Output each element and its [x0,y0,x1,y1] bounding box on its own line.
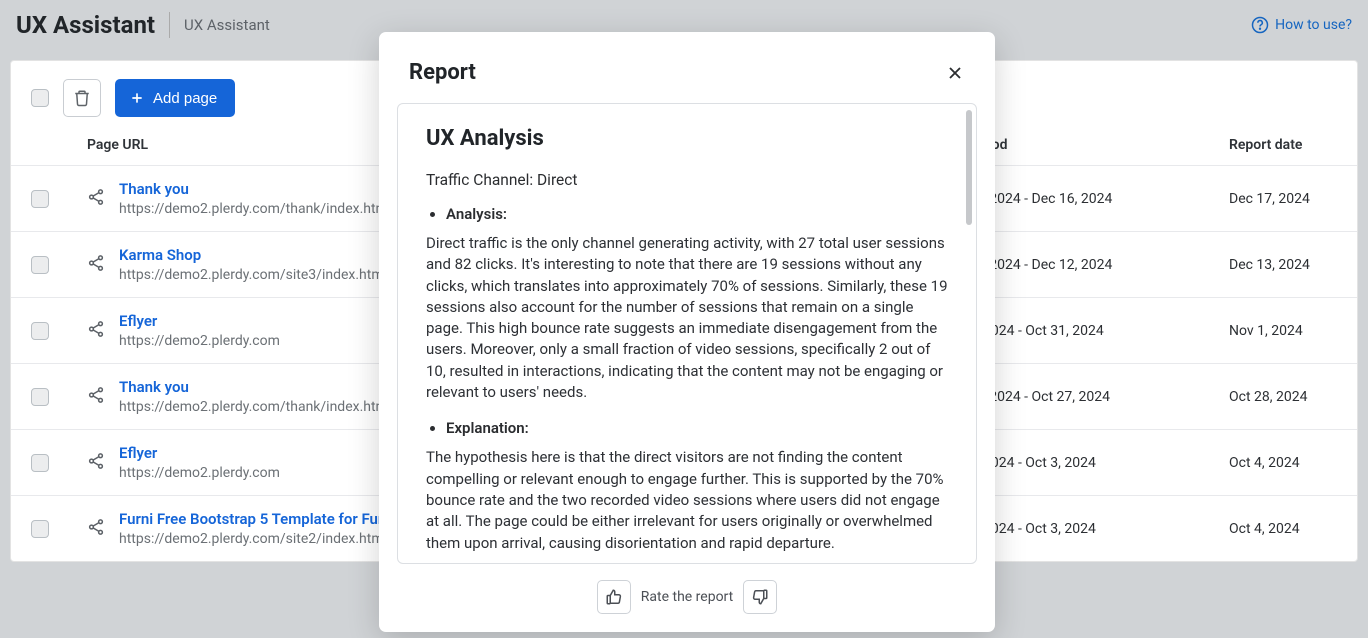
analysis-text: Direct traffic is the only channel gener… [426,233,948,403]
thumbs-down-button[interactable] [743,580,777,614]
close-icon[interactable] [945,63,965,83]
question-circle-icon [1251,16,1269,34]
row-checkbox[interactable] [31,454,49,472]
page-title-link[interactable]: Karma Shop [119,246,387,264]
share-icon[interactable] [87,518,105,536]
report-heading: UX Analysis [426,126,948,151]
traffic-channel-label: Traffic Channel: Direct [426,171,948,189]
modal-header: Report [379,32,995,103]
trash-icon [73,89,91,107]
header-divider [169,12,170,38]
app-title: UX Assistant [16,11,155,39]
rate-label: Rate the report [641,589,733,605]
page-title-link[interactable]: Eflyer [119,312,280,330]
page-url: https://demo2.plerdy.com [119,465,280,481]
page-title-link[interactable]: Eflyer [119,444,280,462]
explanation-text: The hypothesis here is that the direct v… [426,447,948,553]
add-page-label: Add page [153,90,217,107]
row-checkbox[interactable] [31,256,49,274]
row-checkbox[interactable] [31,520,49,538]
plus-icon [129,90,145,106]
column-period: riod [983,137,1229,153]
period-cell: , 2024 - Dec 16, 2024 [983,191,1229,207]
date-cell: Nov 1, 2024 [1229,323,1337,339]
page-url: https://demo2.plerdy.com/thank/index.htm… [119,399,391,415]
help-link[interactable]: How to use? [1251,16,1352,34]
page-url: https://demo2.plerdy.com/thank/index.htm… [119,201,391,217]
page-title-link[interactable]: Thank you [119,378,391,396]
report-modal: Report UX Analysis Traffic Channel: Dire… [379,32,995,632]
select-all-checkbox[interactable] [31,89,49,107]
analysis-bullet: Analysis: [446,205,948,223]
page-title-link[interactable]: Thank you [119,180,391,198]
delete-button[interactable] [63,79,101,117]
share-icon[interactable] [87,452,105,470]
period-cell: , 2024 - Dec 12, 2024 [983,257,1229,273]
row-checkbox[interactable] [31,190,49,208]
column-date: Report date [1229,137,1337,153]
modal-body[interactable]: UX Analysis Traffic Channel: Direct Anal… [397,103,977,564]
page-url: https://demo2.plerdy.com/site2/index.htm… [119,531,409,547]
date-cell: Oct 4, 2024 [1229,521,1337,537]
date-cell: Oct 4, 2024 [1229,455,1337,471]
date-cell: Dec 17, 2024 [1229,191,1337,207]
page-url: https://demo2.plerdy.com [119,333,280,349]
thumbs-up-button[interactable] [597,580,631,614]
modal-footer: Rate the report [379,564,995,632]
page-title-link[interactable]: Furni Free Bootstrap 5 Template for Furn… [119,510,409,528]
thumbs-up-icon [605,588,623,606]
row-checkbox[interactable] [31,322,49,340]
explanation-bullet: Explanation: [446,419,948,437]
share-icon[interactable] [87,188,105,206]
period-cell: 2024 - Oct 3, 2024 [983,521,1229,537]
help-link-label: How to use? [1275,17,1352,33]
date-cell: Oct 28, 2024 [1229,389,1337,405]
modal-title: Report [409,60,476,85]
share-icon[interactable] [87,254,105,272]
period-cell: , 2024 - Oct 27, 2024 [983,389,1229,405]
app-subtitle: UX Assistant [184,16,270,34]
share-icon[interactable] [87,320,105,338]
share-icon[interactable] [87,386,105,404]
period-cell: 2024 - Oct 3, 2024 [983,455,1229,471]
thumbs-down-icon [751,588,769,606]
period-cell: 2024 - Oct 31, 2024 [983,323,1229,339]
date-cell: Dec 13, 2024 [1229,257,1337,273]
page-url: https://demo2.plerdy.com/site3/index.htm… [119,267,387,283]
row-checkbox[interactable] [31,388,49,406]
add-page-button[interactable]: Add page [115,79,235,117]
